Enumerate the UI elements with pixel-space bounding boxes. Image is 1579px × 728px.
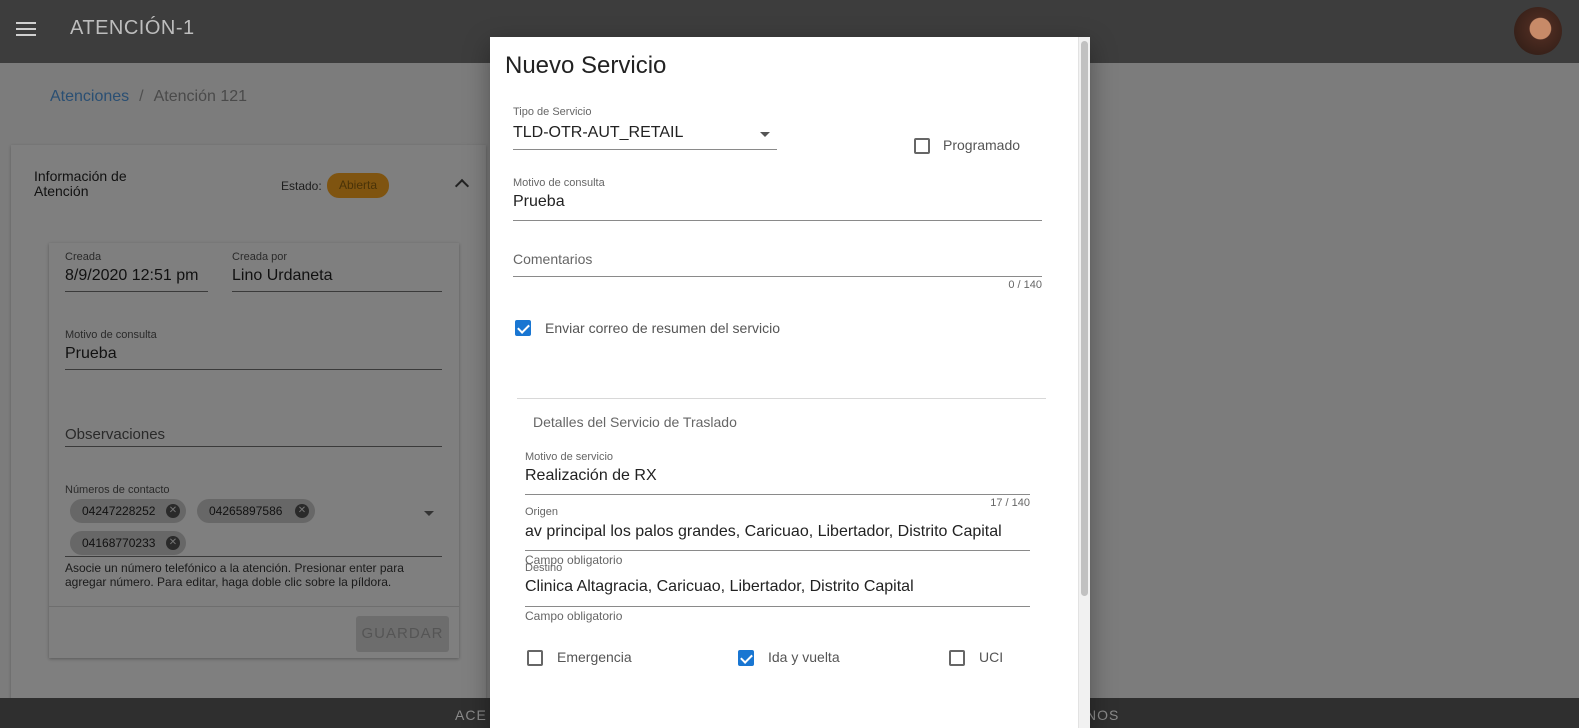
contact-chip-label: 04265897586: [209, 504, 283, 518]
app-title: ATENCIÓN-1: [70, 17, 195, 39]
contact-chip-label: 04247228252: [82, 504, 156, 518]
breadcrumb: Atenciones / Atención 121: [50, 88, 247, 106]
contact-chip-label: 04168770233: [82, 536, 156, 550]
observaciones-field[interactable]: Observaciones: [65, 426, 165, 443]
dialog-scrollbar[interactable]: [1078, 37, 1090, 728]
destino-label: Destino: [525, 562, 563, 574]
info-card: Información de Atención Estado: Abierta …: [11, 145, 486, 715]
contact-chip[interactable]: 04247228252 ✕: [70, 499, 186, 523]
contact-underline: [65, 556, 442, 557]
contact-hint: Asocie un número telefónico a la atenció…: [65, 561, 404, 589]
contact-numbers-label: Números de contacto: [65, 484, 170, 496]
comentarios-counter: 0 / 140: [1008, 279, 1042, 291]
motivo-label: Motivo de consulta: [65, 329, 157, 341]
motivo-servicio-counter: 17 / 140: [990, 497, 1030, 509]
destino-underline: [525, 606, 1030, 607]
origen-input[interactable]: av principal los palos grandes, Caricuao…: [525, 523, 1002, 541]
emergencia-label: Emergencia: [557, 649, 632, 665]
enviar-correo-checkbox[interactable]: [515, 320, 531, 336]
destino-hint: Campo obligatorio: [525, 609, 623, 623]
origen-label: Origen: [525, 506, 559, 518]
motivo-servicio-input[interactable]: Realización de RX: [525, 467, 657, 485]
contact-chip[interactable]: 04265897586 ✕: [197, 499, 315, 523]
emergencia-checkbox[interactable]: [527, 650, 543, 666]
card-actions: GUARDAR: [49, 606, 459, 658]
info-card-title: Información de Atención: [34, 168, 127, 199]
created-label: Creada: [65, 251, 102, 263]
enviar-correo-label: Enviar correo de resumen del servicio: [545, 320, 780, 336]
motivo-consulta-label: Motivo de consulta: [513, 177, 605, 189]
destino-input[interactable]: Clinica Altagracia, Caricuao, Libertador…: [525, 578, 914, 596]
attention-details-card: Creada 8/9/2020 12:51 pm Creada por Lino…: [49, 243, 459, 658]
tipo-servicio-underline: [513, 149, 777, 150]
tipo-servicio-select[interactable]: TLD-OTR-AUT_RETAIL: [513, 124, 683, 142]
breadcrumb-separator: /: [139, 88, 144, 105]
estado-label: Estado:: [281, 179, 322, 193]
menu-icon[interactable]: [16, 22, 36, 38]
motivo-underline: [65, 369, 442, 370]
chevron-down-icon[interactable]: [760, 132, 770, 137]
chevron-up-icon[interactable]: [454, 178, 470, 194]
chip-close-icon[interactable]: ✕: [166, 536, 180, 550]
created-underline: [65, 291, 208, 292]
uci-checkbox[interactable]: [949, 650, 965, 666]
motivo-consulta-underline: [513, 220, 1042, 221]
dropdown-arrow-icon[interactable]: [424, 511, 434, 516]
dialog-scrollbar-thumb[interactable]: [1081, 41, 1088, 596]
tipo-servicio-label: Tipo de Servicio: [513, 106, 592, 118]
section-divider: [517, 398, 1046, 399]
ida-vuelta-checkbox[interactable]: [738, 650, 754, 666]
comentarios-input[interactable]: Comentarios: [513, 251, 592, 267]
chip-close-icon[interactable]: ✕: [166, 504, 180, 518]
created-by-value: Lino Urdaneta: [232, 267, 333, 284]
created-by-label: Creada por: [232, 251, 288, 263]
motivo-servicio-label: Motivo de servicio: [525, 451, 614, 463]
programado-label: Programado: [943, 137, 1021, 153]
created-value: 8/9/2020 12:51 pm: [65, 267, 199, 284]
avatar[interactable]: [1514, 7, 1562, 55]
comentarios-underline: [513, 276, 1042, 277]
footer-button-right[interactable]: NOS: [1086, 707, 1119, 723]
origen-underline: [525, 550, 1030, 551]
chip-close-icon[interactable]: ✕: [295, 504, 309, 518]
created-by-underline: [232, 291, 442, 292]
contact-chip[interactable]: 04168770233 ✕: [70, 531, 186, 555]
motivo-servicio-underline: [525, 494, 1030, 495]
uci-label: UCI: [979, 649, 1004, 665]
breadcrumb-link-atenciones[interactable]: Atenciones: [50, 88, 129, 105]
status-badge: Abierta: [327, 173, 390, 198]
breadcrumb-current: Atención 121: [153, 88, 248, 105]
new-service-dialog: Nuevo Servicio Tipo de Servicio TLD-OTR-…: [490, 37, 1090, 728]
motivo-field[interactable]: Prueba: [65, 345, 117, 363]
footer-button-left[interactable]: ACE: [455, 707, 487, 723]
observaciones-underline: [65, 446, 442, 447]
section-title: Detalles del Servicio de Traslado: [533, 414, 737, 430]
ida-vuelta-label: Ida y vuelta: [768, 649, 840, 665]
programado-checkbox[interactable]: [914, 138, 930, 154]
dialog-title: Nuevo Servicio: [505, 52, 667, 79]
save-button[interactable]: GUARDAR: [356, 616, 449, 652]
motivo-consulta-input[interactable]: Prueba: [513, 193, 565, 211]
